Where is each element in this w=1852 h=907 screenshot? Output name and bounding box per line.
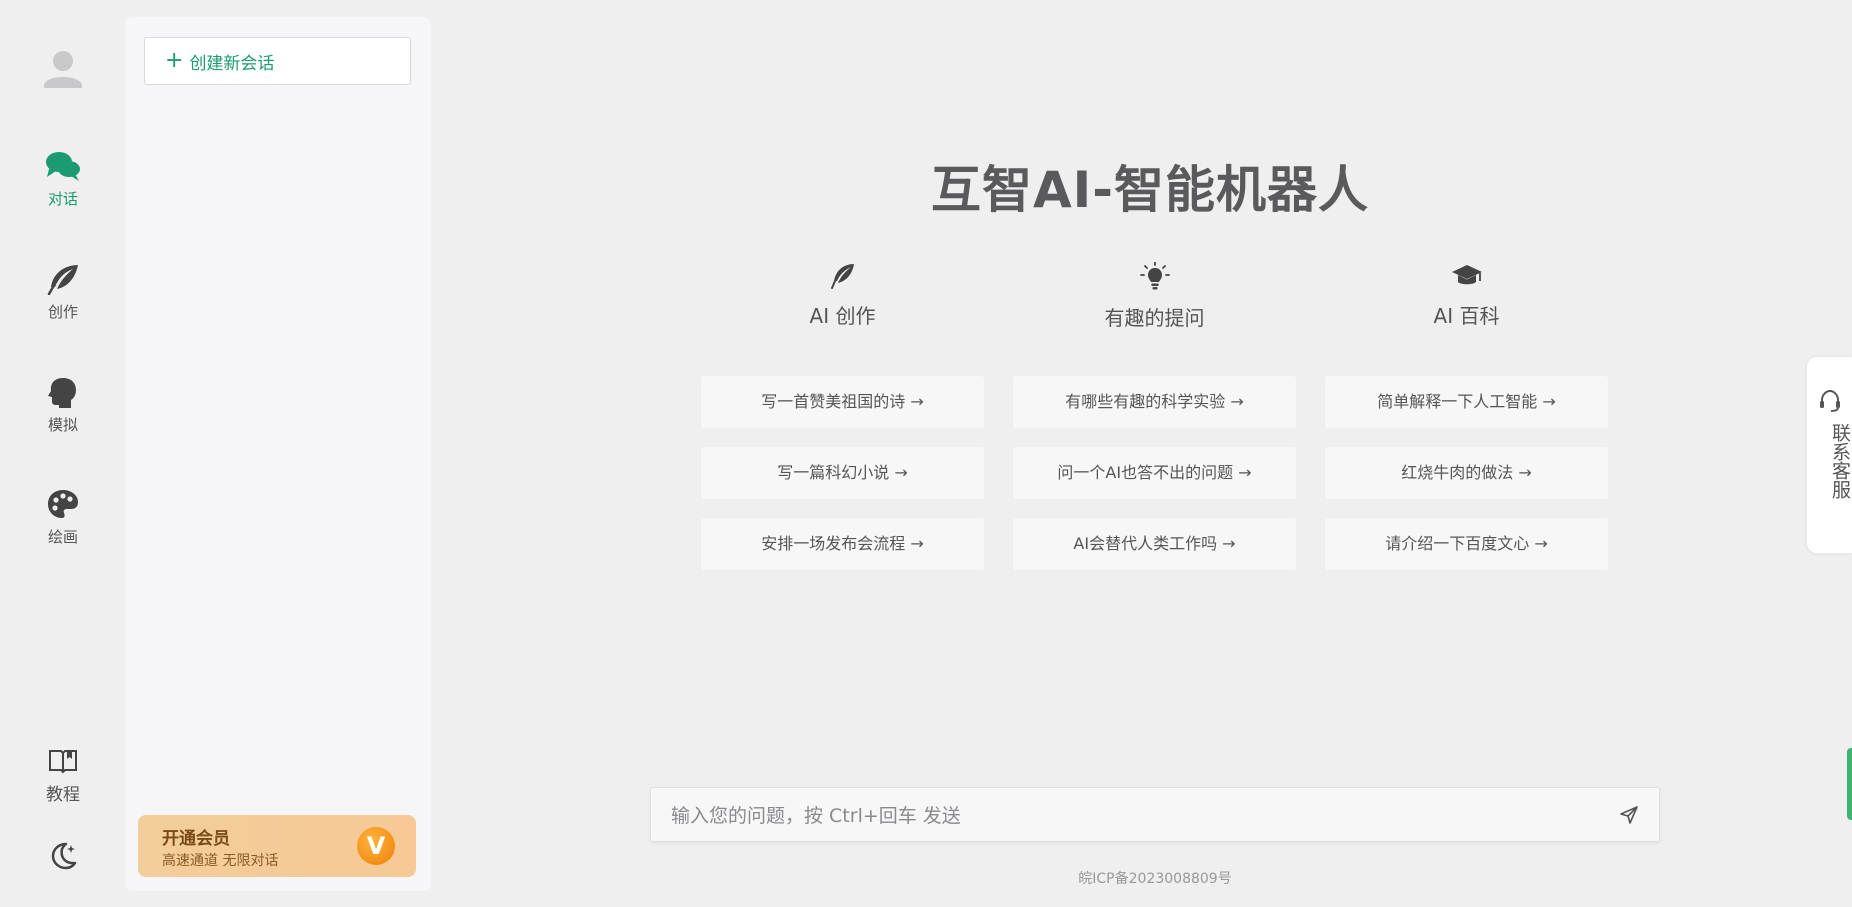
prompt-card[interactable]: 安排一场发布会流程 → [701,518,984,570]
nav-label-tutorial: 教程 [46,785,80,805]
nav-item-create[interactable]: 创作 [22,263,104,343]
head-icon [48,378,76,408]
prompt-card[interactable]: AI会替代人类工作吗 → [1013,518,1296,570]
prompt-card[interactable]: 请介绍一下百度文心 → [1325,518,1608,570]
column-title-encyclopedia: AI 百科 [1433,304,1500,328]
vip-subtitle: 高速通道 无限对话 [162,853,279,869]
prompt-card[interactable]: 红烧牛肉的做法 → [1325,447,1608,499]
vip-title: 开通会员 [162,829,230,849]
palette-icon [48,490,78,518]
plus-icon: + [165,48,184,73]
user-avatar[interactable] [40,46,86,92]
left-rail: 对话 创作 模拟 绘画 教程 [0,0,124,907]
vip-banner[interactable]: 开通会员 高速通道 无限对话 V [138,815,416,877]
column-header-create: AI 创作 [701,262,984,329]
graduation-cap-icon [1451,265,1482,285]
page-title: 互智AI-智能机器人 [930,161,1370,219]
new-chat-label: 创建新会话 [189,53,275,74]
nav-item-draw[interactable]: 绘画 [22,488,104,568]
prompt-card[interactable]: 简单解释一下人工智能 → [1325,376,1608,428]
icp-record[interactable]: 皖ICP备2023008809号 [650,868,1660,888]
edge-indicator [1847,748,1852,820]
conversation-panel: + 创建新会话 开通会员 高速通道 无限对话 V [125,17,431,891]
column-title-create: AI 创作 [809,304,876,328]
prompt-card[interactable]: 问一个AI也答不出的问题 → [1013,447,1296,499]
nav-item-simulate[interactable]: 模拟 [22,376,104,456]
nav-item-tutorial[interactable]: 教程 [22,748,104,828]
headset-icon [1820,389,1840,412]
lightbulb-icon [1139,262,1170,290]
customer-service-label: 联系客服 [1829,423,1851,499]
column-header-questions: 有趣的提问 [1013,262,1296,331]
moon-icon [51,842,77,870]
dark-mode-toggle[interactable] [46,838,80,872]
chat-icon [46,152,80,181]
new-chat-button[interactable]: + 创建新会话 [144,37,411,85]
prompt-card[interactable]: 写一首赞美祖国的诗 → [701,376,984,428]
feather-icon [47,265,78,295]
nav-label-draw: 绘画 [47,528,78,546]
send-icon[interactable] [1619,805,1639,825]
user-avatar-icon [44,51,82,88]
nav-label-chat: 对话 [47,190,78,208]
nav-item-chat[interactable]: 对话 [22,150,104,230]
vip-badge-icon: V [357,827,395,865]
book-icon [49,750,77,774]
chat-input[interactable] [669,788,1573,843]
nav-label-create: 创作 [47,303,78,321]
customer-service-tab[interactable]: 联系客服 [1807,357,1852,553]
nav-label-simulate: 模拟 [47,416,78,434]
feather-icon [830,264,854,289]
prompt-card[interactable]: 有哪些有趣的科学实验 → [1013,376,1296,428]
column-header-encyclopedia: AI 百科 [1325,262,1608,329]
prompt-card[interactable]: 写一篇科幻小说 → [701,447,984,499]
chat-input-box [650,787,1660,843]
column-title-questions: 有趣的提问 [1104,306,1205,330]
